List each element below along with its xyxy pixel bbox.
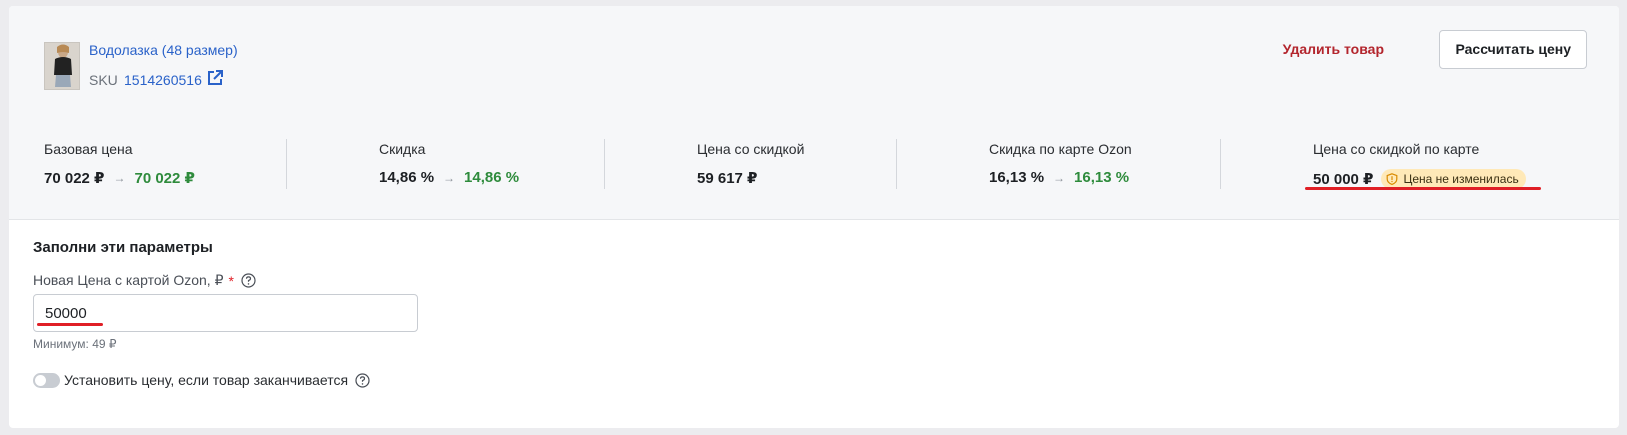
metric-label: Цена со скидкой <box>697 141 805 157</box>
divider <box>604 139 605 189</box>
price-field-label: Новая Цена с картой Ozon, ₽ * <box>33 272 256 289</box>
toggle-label: Установить цену, если товар заканчиваетс… <box>64 372 370 388</box>
metric-base-price: Базовая цена 70 022 ₽ → 70 022 ₽ <box>44 141 195 187</box>
external-link-icon[interactable] <box>206 69 224 87</box>
toggle-knob <box>35 375 46 386</box>
arrow-right-icon: → <box>1053 170 1066 185</box>
metric-discounted-price: Цена со скидкой 59 617 ₽ <box>697 141 804 187</box>
sku-label: SKU <box>89 72 118 88</box>
question-circle-icon[interactable] <box>241 273 256 288</box>
product-thumbnail[interactable] <box>44 42 80 90</box>
metric-new-value: 16,13 % <box>1074 169 1130 186</box>
section-title: Заполни эти параметры <box>33 239 213 256</box>
low-stock-price-toggle[interactable] <box>33 373 60 388</box>
status-badge: Цена не изменилась <box>1381 169 1526 189</box>
required-mark: * <box>228 272 234 289</box>
delete-product-link[interactable]: Удалить товар <box>1283 41 1384 57</box>
metric-discount: Скидка 14,86 % → 14,86 % <box>379 141 519 186</box>
metric-label: Цена со скидкой по карте <box>1313 141 1480 157</box>
metric-ozon-card-discount: Скидка по карте Ozon 16,13 % → 16,13 % <box>989 141 1132 186</box>
toggle-label-text: Установить цену, если товар заканчиваетс… <box>64 372 349 388</box>
status-badge-text: Цена не изменилась <box>1403 172 1519 186</box>
price-field-label-text: Новая Цена с картой Ozon, ₽ <box>33 272 224 288</box>
arrow-right-icon: → <box>113 171 126 185</box>
highlight-underline <box>1305 187 1541 190</box>
new-card-price-input[interactable] <box>33 294 418 332</box>
sku-value-link[interactable]: 1514260516 <box>124 72 202 88</box>
min-price-hint: Минимум: 49 ₽ <box>33 337 117 351</box>
product-price-card: Водолазка (48 размер) SKU 1514260516 Уда… <box>9 6 1619 428</box>
arrow-right-icon: → <box>443 170 456 185</box>
product-name-link[interactable]: Водолазка (48 размер) <box>89 42 238 58</box>
metric-label: Скидка по карте Ozon <box>989 141 1132 157</box>
divider <box>286 139 287 189</box>
divider <box>1220 139 1221 189</box>
metric-value: 50 000 ₽ <box>1313 171 1374 188</box>
metric-new-value: 70 022 ₽ <box>134 170 195 187</box>
metric-card-price: Цена со скидкой по карте 50 000 ₽ Цена н… <box>1313 141 1526 189</box>
calculate-price-button[interactable]: Рассчитать цену <box>1439 30 1587 69</box>
metric-value: 59 617 ₽ <box>697 170 758 187</box>
input-highlight-underline <box>37 323 103 326</box>
metric-label: Скидка <box>379 141 426 157</box>
metric-new-value: 14,86 % <box>464 169 520 186</box>
metric-old-value: 16,13 % <box>989 169 1045 186</box>
question-circle-icon[interactable] <box>355 372 370 388</box>
metric-label: Базовая цена <box>44 141 133 157</box>
metric-old-value: 14,86 % <box>379 169 435 186</box>
product-header: Водолазка (48 размер) SKU 1514260516 Уда… <box>9 6 1619 220</box>
shield-warning-icon <box>1387 173 1398 185</box>
metric-old-value: 70 022 ₽ <box>44 170 105 187</box>
divider <box>896 139 897 189</box>
